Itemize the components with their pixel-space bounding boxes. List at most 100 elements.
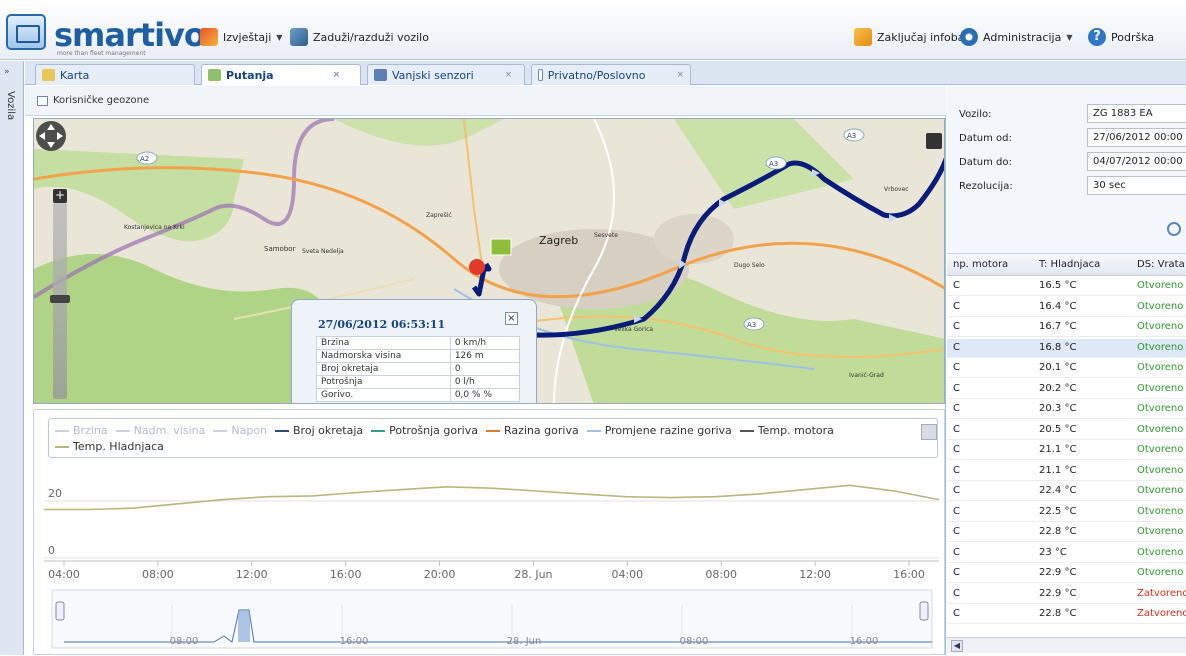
table-row[interactable]: C 22.5 °C Otvoreno <box>947 503 1186 522</box>
table-cell: C <box>953 300 960 312</box>
navigator-handle-right[interactable] <box>919 601 929 621</box>
table-row[interactable]: C 16.5 °C Otvoreno <box>947 277 1186 296</box>
table-row[interactable]: C 20.2 °C Otvoreno <box>947 380 1186 399</box>
popup-row: Nadmorska visina 126 m <box>316 349 521 363</box>
legend-item[interactable]: Temp. motora <box>739 423 834 439</box>
table-cell: 23 °C <box>1039 546 1067 558</box>
legend-item[interactable]: Broj okretaja <box>275 423 363 439</box>
route-map[interactable]: Zagreb Samobor Sveta Nedelja Zaprešić Se… <box>33 118 945 404</box>
table-cell: C <box>953 341 960 353</box>
chart-legend: Brzina Nadm. visina Napon Broj okretaja Potr… <box>48 418 938 458</box>
table-cell: Otvoreno <box>1137 362 1184 373</box>
administration-button[interactable]: Administracija ▼ <box>960 27 1072 47</box>
series-line-temp-hladnjaca <box>44 484 940 511</box>
date-from-field[interactable]: 27/06/2012 00:00 <box>1087 128 1186 147</box>
legend-label: Potrošnja goriva <box>389 424 478 437</box>
table-row[interactable]: C 22.8 °C Otvoreno <box>947 523 1186 542</box>
table-row[interactable]: C 22.8 °C Zatvoreno <box>947 605 1186 624</box>
chevron-down-icon: ▼ <box>1066 32 1073 42</box>
readings-grid: np. motora T: Hladnjaca DS: Vrata C 16.5 … <box>947 254 1186 655</box>
table-row[interactable]: C 16.8 °C Otvoreno <box>947 338 1186 358</box>
download-chart-icon[interactable] <box>921 424 937 440</box>
layer-switcher-icon[interactable] <box>926 133 942 149</box>
vehicle-icon <box>290 28 308 46</box>
column-header[interactable]: np. motora <box>953 259 1008 270</box>
table-row[interactable]: C 16.7 °C Otvoreno <box>947 318 1186 337</box>
legend-item[interactable]: Nadm. visina <box>115 423 205 439</box>
reports-label: Izvještaji <box>223 30 272 44</box>
legend-item[interactable]: Razina goriva <box>485 423 579 439</box>
gear-icon <box>960 28 978 46</box>
close-icon[interactable]: × <box>505 312 518 325</box>
tab-map[interactable]: Karta <box>35 64 195 85</box>
vehicle-field[interactable]: ZG 1883 EA <box>1087 104 1186 123</box>
close-tab-icon[interactable]: × <box>333 70 341 80</box>
navigator-tick-label: 08:00 <box>680 636 709 647</box>
legend-item[interactable]: Napon <box>213 423 267 439</box>
date-to-label: Datum do: <box>959 156 1012 168</box>
lock-icon <box>854 28 872 46</box>
popup-key: Broj okretaja <box>316 362 451 376</box>
legend-swatch <box>371 430 386 432</box>
close-tab-icon[interactable]: × <box>505 70 513 80</box>
x-tick-label: 20:00 <box>424 568 456 581</box>
stop-marker-icon[interactable] <box>469 259 485 275</box>
assign-vehicle-button[interactable]: Zaduži/razduži vozilo <box>290 27 429 47</box>
zoom-slider[interactable] <box>53 189 67 399</box>
search-icon[interactable] <box>1167 222 1181 236</box>
table-row[interactable]: C 22.4 °C Otvoreno <box>947 482 1186 501</box>
vehicles-side-panel-collapsed[interactable]: » Vozila <box>0 61 24 655</box>
legend-item[interactable]: Promjene razine goriva <box>586 423 732 439</box>
table-cell: C <box>953 423 960 435</box>
tab-label: Karta <box>60 68 90 82</box>
horizontal-scrollbar[interactable]: ◀ <box>947 637 1186 653</box>
table-cell: Otvoreno <box>1137 546 1184 558</box>
legend-item[interactable]: Potrošnja goriva <box>371 423 478 439</box>
legend-swatch <box>485 430 500 432</box>
navigator-handle-left[interactable] <box>55 601 65 621</box>
legend-label: Promjene razine goriva <box>604 424 732 437</box>
tab-private-business[interactable]: Privatno/Poslovno × <box>531 64 691 85</box>
table-cell: Otvoreno <box>1137 382 1184 394</box>
table-row[interactable]: C 22.9 °C Zatvoreno <box>947 585 1186 604</box>
legend-item[interactable]: Brzina <box>55 423 108 439</box>
tab-external-sensors[interactable]: Vanjski senzori × <box>367 64 525 85</box>
zoom-in-icon[interactable]: + <box>53 189 67 203</box>
popup-row: Gorivo. 0,0 % % <box>316 388 521 402</box>
legend-item[interactable]: Temp. Hladnjaca <box>55 439 164 455</box>
start-flag-icon[interactable] <box>490 238 512 256</box>
table-cell: 22.9 °C <box>1039 587 1077 599</box>
table-row[interactable]: C 21.1 °C Otvoreno <box>947 441 1186 460</box>
reports-button[interactable]: Izvještaji ▼ <box>200 27 282 47</box>
pan-control-icon[interactable] <box>34 119 68 153</box>
geozones-toggle[interactable]: Korisničke geozone <box>25 86 946 116</box>
table-row[interactable]: C 21.1 °C Otvoreno <box>947 462 1186 481</box>
table-row[interactable]: C 20.5 °C Otvoreno <box>947 421 1186 440</box>
table-cell: 16.7 °C <box>1039 321 1077 332</box>
map-label-place: Dugo Selo <box>734 262 765 269</box>
table-row[interactable]: C 16.4 °C Otvoreno <box>947 298 1186 317</box>
table-row[interactable]: C 22.9 °C Otvoreno <box>947 564 1186 583</box>
popup-value: 0,0 % % <box>449 388 521 402</box>
column-header[interactable]: DS: Vrata <box>1137 259 1185 270</box>
expand-panel-icon[interactable]: » <box>4 67 10 77</box>
table-row[interactable]: C 20.1 °C Otvoreno <box>947 359 1186 378</box>
table-cell: 16.4 °C <box>1039 300 1077 312</box>
x-tick-label: 08:00 <box>705 568 737 581</box>
table-cell: C <box>953 485 960 496</box>
support-button[interactable]: ? Podrška <box>1088 27 1154 47</box>
lock-infobar-button[interactable]: Zaključaj infobar <box>854 27 969 47</box>
table-cell: Otvoreno <box>1137 341 1184 353</box>
chevron-down-icon: ▼ <box>276 32 283 42</box>
table-row[interactable]: C 23 °C Otvoreno <box>947 544 1186 563</box>
column-header[interactable]: T: Hladnjaca <box>1039 259 1100 270</box>
date-to-field[interactable]: 04/07/2012 00:00 <box>1087 152 1186 171</box>
tab-route[interactable]: Putanja × <box>201 64 361 85</box>
table-row[interactable]: C 20.3 °C Otvoreno <box>947 400 1186 419</box>
close-tab-icon[interactable]: × <box>676 70 684 80</box>
resolution-select[interactable]: 30 sec <box>1087 176 1186 195</box>
scroll-left-icon[interactable]: ◀ <box>951 640 963 652</box>
y-tick-label: 0 <box>48 544 55 557</box>
zoom-handle[interactable] <box>50 295 70 303</box>
table-cell: C <box>953 608 960 619</box>
